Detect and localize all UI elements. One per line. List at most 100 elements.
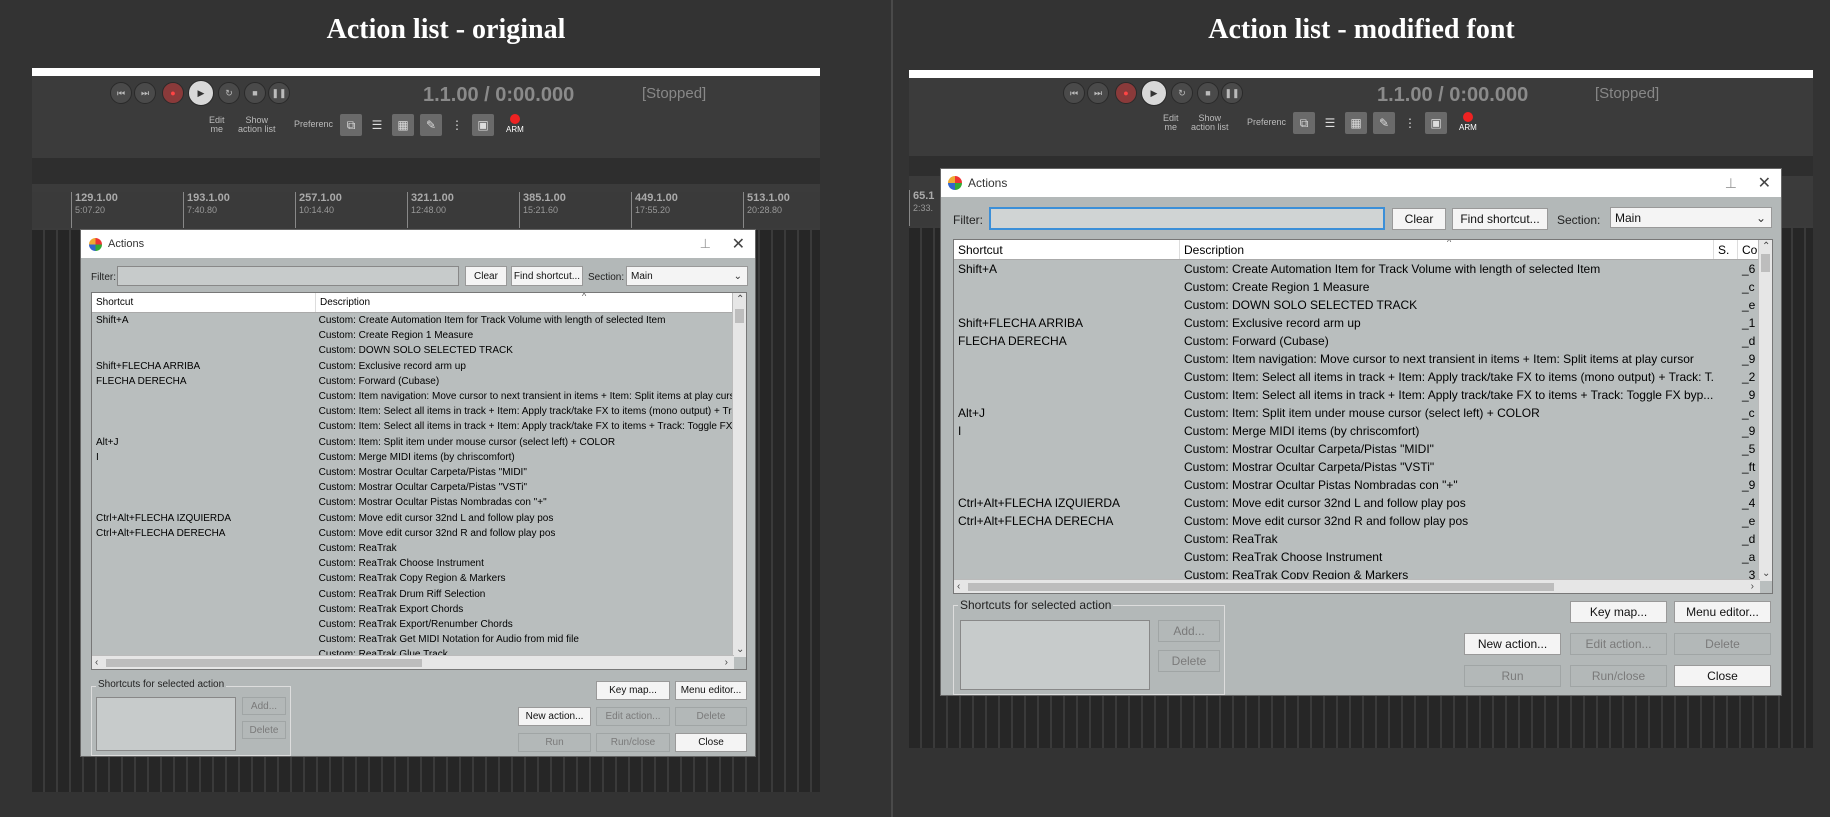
delete-action-button[interactable]: Delete (675, 707, 747, 726)
close-icon[interactable]: ✕ (732, 234, 745, 254)
action-row[interactable]: Custom: Item: Select all items in track … (954, 368, 1758, 386)
scroll-right-icon[interactable]: › (1751, 582, 1754, 592)
hscroll-thumb[interactable] (106, 659, 422, 667)
filter-input[interactable] (989, 207, 1385, 230)
clear-button[interactable]: Clear (1392, 208, 1446, 230)
horizontal-scrollbar[interactable]: ‹ › (954, 579, 1760, 593)
action-row[interactable]: Custom: Mostrar Ocultar Pistas Nombradas… (92, 495, 732, 510)
action-list[interactable]: Shortcut Description ^ Shift+A Custom: Cr… (91, 292, 747, 670)
edit-me-label[interactable]: Edit me (1163, 114, 1179, 132)
play-button[interactable]: ▶ (188, 80, 214, 106)
scroll-down-icon[interactable]: ⌄ (736, 645, 744, 655)
list-icon[interactable]: ☰ (1319, 112, 1341, 134)
close-button[interactable]: Close (675, 733, 747, 752)
action-row[interactable]: Custom: ReaTrak Export Chords (92, 602, 732, 617)
action-row[interactable]: Ctrl+Alt+FLECHA IZQUIERDA Custom: Move ed… (954, 494, 1758, 512)
filter-input[interactable] (117, 266, 459, 286)
action-row[interactable]: Custom: ReaTrak Copy Region & Markers _3 (954, 566, 1758, 580)
arm-button[interactable]: ARM (506, 114, 524, 134)
add-shortcut-button[interactable]: Add... (242, 697, 286, 715)
shortcuts-listbox[interactable] (96, 697, 236, 751)
close-icon[interactable]: ✕ (1758, 173, 1771, 193)
repeat-icon[interactable]: ↻ (218, 82, 240, 104)
clear-button[interactable]: Clear (465, 266, 507, 286)
scroll-right-icon[interactable]: › (725, 658, 728, 668)
record-button[interactable]: ● (1115, 82, 1137, 104)
edit-action-button[interactable]: Edit action... (1570, 633, 1667, 655)
mixer-icon[interactable]: ⧉ (1293, 112, 1315, 134)
action-list[interactable]: Shortcut Description S. Co ^ Shift+A Cust… (953, 239, 1773, 594)
stop-button[interactable]: ■ (244, 82, 266, 104)
section-select[interactable]: Main ⌄ (1610, 207, 1772, 228)
edit-me-label[interactable]: Edit me (209, 116, 225, 134)
stop-button[interactable]: ■ (1197, 82, 1219, 104)
vertical-scrollbar[interactable]: ⌃ ⌄ (1758, 240, 1772, 581)
vertical-scrollbar[interactable]: ⌃ ⌄ (732, 293, 746, 657)
scroll-up-icon[interactable]: ⌃ (1762, 242, 1770, 252)
grid-icon[interactable]: ▦ (392, 114, 414, 136)
action-row[interactable]: Custom: Mostrar Ocultar Carpeta/Pistas "… (954, 440, 1758, 458)
action-row[interactable]: Shift+A Custom: Create Automation Item fo… (92, 313, 732, 328)
action-row[interactable]: Custom: Create Region 1 Measure _c (954, 278, 1758, 296)
action-row[interactable]: Ctrl+Alt+FLECHA IZQUIERDA Custom: Move ed… (92, 511, 732, 526)
edit-action-button[interactable]: Edit action... (596, 707, 670, 726)
run-button[interactable]: Run (1464, 665, 1561, 687)
action-row[interactable]: Custom: ReaTrak (92, 541, 732, 556)
record-button[interactable]: ● (162, 82, 184, 104)
show-action-list-label[interactable]: Show action list (238, 116, 276, 134)
vscroll-thumb[interactable] (735, 309, 744, 323)
go-end-icon[interactable]: ⏭ (1087, 82, 1109, 104)
run-close-button[interactable]: Run/close (596, 733, 670, 752)
pin-icon[interactable]: ⊥ (700, 236, 711, 252)
repeat-icon[interactable]: ↻ (1171, 82, 1193, 104)
run-button[interactable]: Run (518, 733, 591, 752)
timeline-ruler[interactable]: 129.1.00 5:07.20 193.1.00 7:40.80 257.1.00 10… (32, 192, 820, 228)
find-shortcut-button[interactable]: Find shortcut... (511, 266, 583, 286)
pause-button[interactable]: ❚❚ (1221, 82, 1243, 104)
screenshot-icon[interactable]: ▣ (472, 114, 494, 136)
column-header-shortcut[interactable]: Shortcut (92, 293, 316, 312)
grid-icon[interactable]: ▦ (1345, 112, 1367, 134)
column-header-description[interactable]: Description (316, 293, 746, 312)
action-row[interactable]: Custom: ReaTrak Copy Region & Markers (92, 571, 732, 586)
delete-shortcut-button[interactable]: Delete (1158, 650, 1220, 672)
action-row[interactable]: Custom: Mostrar Ocultar Carpeta/Pistas "… (954, 458, 1758, 476)
action-row[interactable]: Custom: DOWN SOLO SELECTED TRACK (92, 343, 732, 358)
go-start-icon[interactable]: ⏮ (1063, 82, 1085, 104)
add-shortcut-button[interactable]: Add... (1158, 620, 1220, 642)
action-row[interactable]: Shift+FLECHA ARRIBA Custom: Exclusive rec… (954, 314, 1758, 332)
action-row[interactable]: I Custom: Merge MIDI items (by chriscomfo… (954, 422, 1758, 440)
hscroll-thumb[interactable] (968, 583, 1554, 591)
delete-shortcut-button[interactable]: Delete (242, 721, 286, 739)
action-row[interactable]: Custom: Item navigation: Move cursor to … (92, 389, 732, 404)
horizontal-scrollbar[interactable]: ‹ › (92, 655, 734, 669)
action-row[interactable]: Custom: ReaTrak Choose Instrument _a (954, 548, 1758, 566)
action-row[interactable]: Custom: Item navigation: Move cursor to … (954, 350, 1758, 368)
go-end-icon[interactable]: ⏭ (134, 82, 156, 104)
preferences-label[interactable]: Preferenc (1247, 118, 1286, 127)
action-row[interactable]: Custom: ReaTrak Choose Instrument (92, 556, 732, 571)
pause-button[interactable]: ❚❚ (268, 82, 290, 104)
key-map-button[interactable]: Key map... (596, 681, 670, 700)
column-header-s[interactable]: S. (1714, 240, 1738, 259)
screenshot-icon[interactable]: ▣ (1425, 112, 1447, 134)
action-row[interactable]: FLECHA DERECHA Custom: Forward (Cubase) _d (954, 332, 1758, 350)
close-button[interactable]: Close (1674, 665, 1771, 687)
action-row[interactable]: Shift+A Custom: Create Automation Item fo… (954, 260, 1758, 278)
menu-editor-button[interactable]: Menu editor... (675, 681, 747, 700)
action-row[interactable]: Shift+FLECHA ARRIBA Custom: Exclusive rec… (92, 359, 732, 374)
mixer-icon[interactable]: ⧉ (340, 114, 362, 136)
action-row[interactable]: Custom: Mostrar Ocultar Carpeta/Pistas "… (92, 480, 732, 495)
vscroll-thumb[interactable] (1761, 254, 1770, 272)
pencil-icon[interactable]: ✎ (1373, 112, 1395, 134)
go-start-icon[interactable]: ⏮ (110, 82, 132, 104)
action-row[interactable]: Custom: Create Region 1 Measure (92, 328, 732, 343)
run-close-button[interactable]: Run/close (1570, 665, 1667, 687)
action-row[interactable]: Custom: Item: Select all items in track … (92, 419, 732, 434)
new-action-button[interactable]: New action... (518, 707, 591, 726)
column-header-shortcut[interactable]: Shortcut (954, 240, 1180, 259)
play-button[interactable]: ▶ (1141, 80, 1167, 106)
scroll-up-icon[interactable]: ⌃ (736, 295, 744, 305)
arm-button[interactable]: ARM (1459, 112, 1477, 132)
action-row[interactable]: I Custom: Merge MIDI items (by chriscomfo… (92, 450, 732, 465)
